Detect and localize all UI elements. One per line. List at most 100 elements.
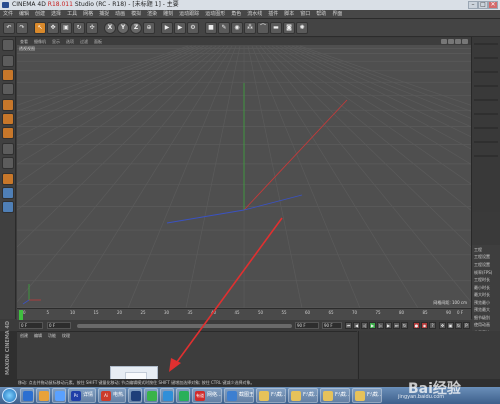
menu-item-6[interactable]: 捕捉 (96, 10, 112, 19)
menu-item-16[interactable]: 脚本 (281, 10, 297, 19)
go-to-start-icon[interactable]: ⏮ (345, 322, 352, 329)
next-frame-icon[interactable]: ▷ (377, 322, 384, 329)
object-manager[interactable] (472, 37, 500, 212)
scale-key-icon[interactable]: ▣ (447, 322, 454, 329)
viewport-menu-item-4[interactable]: 过滤 (77, 38, 91, 45)
taskbar-item-3[interactable]: Ps 详情 (68, 388, 96, 403)
menu-item-19[interactable]: 界面 (329, 10, 345, 19)
menu-item-5[interactable]: 网格 (80, 10, 96, 19)
camera-object-icon[interactable]: ◙ (283, 22, 295, 34)
toggle-view-icon[interactable] (462, 39, 468, 44)
live-selection-tool-icon[interactable]: ↖ (34, 22, 46, 34)
subdivision-surface-icon[interactable]: ◉ (231, 22, 243, 34)
rotate-tool-icon[interactable]: ↻ (73, 22, 85, 34)
render-view-icon[interactable]: ▶ (161, 22, 173, 34)
menu-item-11[interactable]: 运动跟踪 (176, 10, 202, 19)
material-menu-item-3[interactable]: 纹理 (59, 332, 73, 339)
minimize-button[interactable]: – (468, 1, 478, 9)
viewport-menu-item-1[interactable]: 摄像机 (31, 38, 49, 45)
material-manager[interactable]: 创建 编辑 功能 纹理 (17, 331, 357, 379)
taskbar-item-4[interactable]: Ai电热... (98, 388, 126, 403)
menu-item-3[interactable]: 选择 (48, 10, 64, 19)
keyframe-selection-icon[interactable]: ? (429, 322, 436, 329)
close-button[interactable]: ✕ (488, 1, 498, 9)
menu-item-18[interactable]: 帮助 (313, 10, 329, 19)
taskbar-item-1[interactable] (36, 388, 50, 403)
go-to-end-icon[interactable]: ⏭ (393, 322, 400, 329)
taskbar-item-10[interactable]: 截图王 (224, 388, 254, 403)
model-mode-icon[interactable] (2, 55, 14, 67)
coordinates-manager[interactable] (358, 331, 500, 379)
preview-range-slider[interactable] (77, 324, 292, 328)
points-mode-icon[interactable] (2, 99, 14, 111)
menu-item-1[interactable]: 编辑 (16, 10, 32, 19)
previous-key-icon[interactable]: ◀ (353, 322, 360, 329)
record-keys-icon[interactable]: ● (413, 322, 420, 329)
viewport-canvas[interactable] (17, 38, 471, 308)
rotate-view-icon[interactable] (448, 39, 454, 44)
object-list-row[interactable] (474, 57, 498, 59)
recent-tool-icon[interactable]: ✣ (86, 22, 98, 34)
object-list-row[interactable] (474, 43, 498, 45)
menu-item-13[interactable]: 角色 (228, 10, 244, 19)
menu-item-14[interactable]: 流水线 (244, 10, 265, 19)
material-menu-item-0[interactable]: 创建 (17, 332, 31, 339)
play-forward-icon[interactable]: ▶ (369, 322, 376, 329)
move-view-icon[interactable] (441, 39, 447, 44)
menu-item-8[interactable]: 模拟 (128, 10, 144, 19)
zoom-view-icon[interactable] (455, 39, 461, 44)
x-axis-lock-button[interactable]: X (104, 22, 116, 34)
polygons-mode-icon[interactable] (2, 127, 14, 139)
undo-icon[interactable]: ↶ (3, 22, 15, 34)
taskbar-item-8[interactable] (176, 388, 190, 403)
render-picture-viewer-icon[interactable]: ▶ (174, 22, 186, 34)
texture-mode-icon[interactable] (2, 69, 14, 81)
loop-icon[interactable]: ↻ (401, 322, 408, 329)
previous-frame-icon[interactable]: ◁ (361, 322, 368, 329)
preview-min-field[interactable]: 0 F (47, 322, 71, 329)
bend-deformer-icon[interactable]: ⌒ (257, 22, 269, 34)
position-key-icon[interactable]: ✥ (439, 322, 446, 329)
array-icon[interactable]: ⁂ (244, 22, 256, 34)
locked-workplane-icon[interactable] (2, 187, 14, 199)
timeline-ruler[interactable]: 0 5 10 15 20 25 30 35 40 45 50 55 60 65 70 75 80 85 90 0 F (17, 308, 471, 320)
coordinate-system-icon[interactable]: ⊕ (143, 22, 155, 34)
redo-icon[interactable]: ↷ (16, 22, 28, 34)
object-list-row[interactable] (474, 113, 498, 115)
scale-tool-icon[interactable]: ▣ (60, 22, 72, 34)
object-list-row[interactable] (474, 127, 498, 129)
planar-workplane-icon[interactable] (2, 201, 14, 213)
end-frame-field[interactable]: 90 F (322, 322, 342, 329)
perspective-viewport[interactable]: 查看 摄像机 显示 选项 过滤 面板 透视视图 网格间距: 100 cm (17, 38, 471, 308)
workplane-mode-icon[interactable] (2, 83, 14, 95)
start-frame-field[interactable]: 0 F (19, 322, 43, 329)
next-key-icon[interactable]: ▶ (385, 322, 392, 329)
move-tool-icon[interactable]: ✥ (47, 22, 59, 34)
y-axis-lock-button[interactable]: Y (117, 22, 129, 34)
tweak-mode-icon[interactable] (2, 157, 14, 169)
floor-object-icon[interactable]: ▬ (270, 22, 282, 34)
taskbar-item-12[interactable]: F:\截... (288, 388, 318, 403)
cube-object-icon[interactable]: ■ (205, 22, 217, 34)
parameter-key-icon[interactable]: P (463, 322, 470, 329)
taskbar-item-0[interactable] (20, 388, 34, 403)
taskbar-item-7[interactable] (160, 388, 174, 403)
taskbar-item-6[interactable] (144, 388, 158, 403)
rotation-key-icon[interactable]: ↻ (455, 322, 462, 329)
taskbar-item-14[interactable]: F:\截... (352, 388, 382, 403)
viewport-menu-item-2[interactable]: 显示 (49, 38, 63, 45)
object-list-row[interactable] (474, 155, 498, 157)
menu-item-17[interactable]: 窗口 (297, 10, 313, 19)
attribute-subheader[interactable]: 工程设置 (474, 254, 490, 260)
start-button[interactable] (2, 388, 17, 403)
menu-item-2[interactable]: 创建 (32, 10, 48, 19)
menu-item-15[interactable]: 插件 (265, 10, 281, 19)
menu-item-10[interactable]: 雕刻 (160, 10, 176, 19)
z-axis-lock-button[interactable]: Z (130, 22, 142, 34)
render-settings-icon[interactable]: ⚙ (187, 22, 199, 34)
menu-item-12[interactable]: 运动图形 (202, 10, 228, 19)
menu-item-9[interactable]: 渲染 (144, 10, 160, 19)
viewport-menu-item-3[interactable]: 选项 (63, 38, 77, 45)
menu-item-0[interactable]: 文件 (0, 10, 16, 19)
taskbar-item-13[interactable]: F:\截... (320, 388, 350, 403)
